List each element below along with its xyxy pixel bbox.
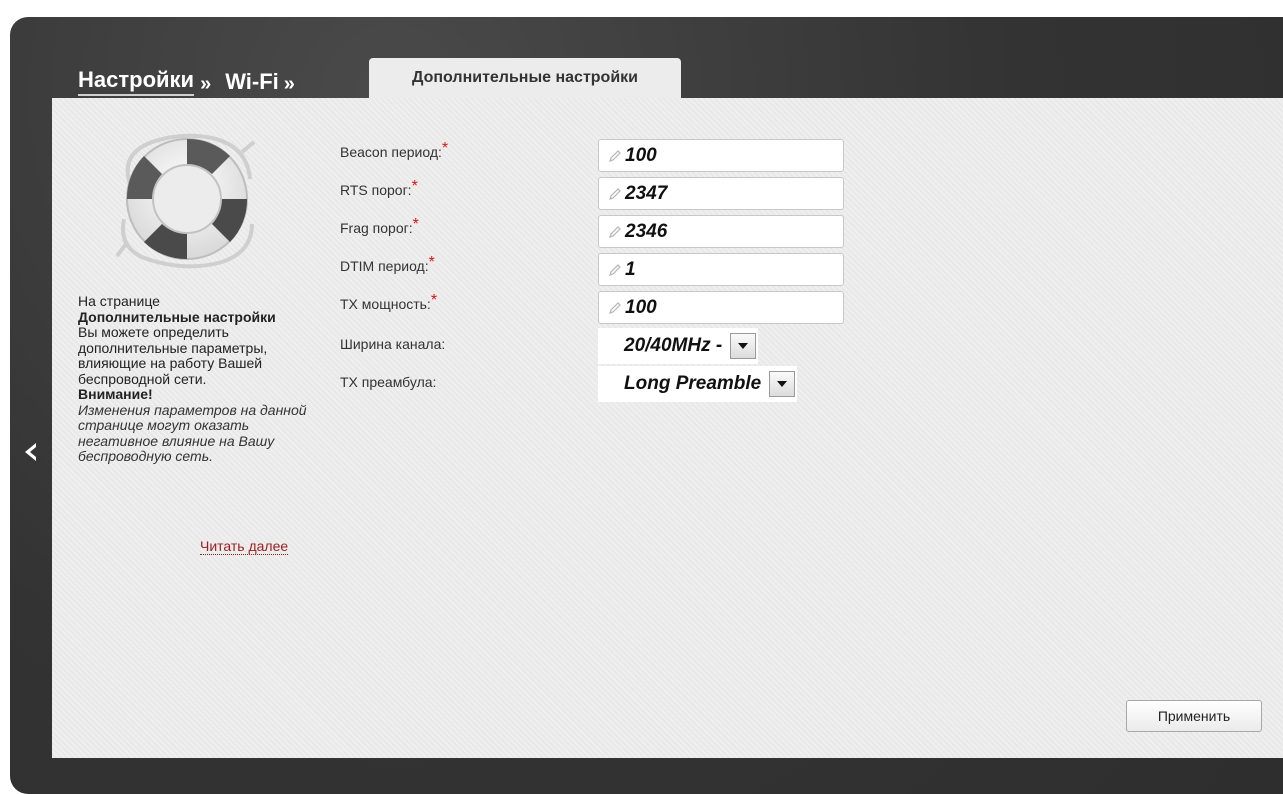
breadcrumb-separator: » (283, 73, 295, 95)
beacon-period-value: 100 (625, 144, 657, 166)
help-page-name: Дополнительные настройки (78, 308, 276, 325)
breadcrumb-wifi-link[interactable]: Wi-Fi (225, 69, 279, 96)
help-description: Вы можете определить дополнительные пара… (78, 324, 268, 387)
breadcrumb-separator: » (200, 73, 212, 95)
channel-width-label: Ширина канала: (340, 336, 446, 352)
frag-threshold-value: 2346 (625, 220, 668, 242)
tx-preamble-value: Long Preamble (624, 373, 762, 394)
tab-advanced-settings[interactable]: Дополнительные настройки (369, 58, 681, 98)
help-warning-text: Изменения параметров на данной странице … (78, 401, 307, 464)
dtim-period-value: 1 (625, 258, 636, 280)
help-intro: На странице (78, 293, 160, 309)
tx-power-input[interactable]: 100 (598, 291, 844, 324)
tx-preamble-select[interactable]: Long Preamble (598, 366, 798, 402)
help-text: На странице Дополнительные настройки Вы … (78, 293, 308, 465)
apply-button[interactable]: Применить (1126, 700, 1262, 732)
required-mark: * (428, 254, 435, 271)
tx-preamble-label: TX преамбула: (340, 374, 437, 390)
rts-threshold-input[interactable]: 2347 (598, 177, 844, 210)
required-mark: * (411, 178, 418, 195)
tx-preamble-dropdown-button[interactable] (769, 371, 796, 397)
frag-threshold-label: Frag порог:* (340, 216, 419, 236)
chevron-down-icon (738, 343, 749, 349)
lifebuoy-icon (115, 133, 256, 269)
tab-label: Дополнительные настройки (412, 69, 638, 86)
rts-threshold-label: RTS порог:* (340, 178, 418, 198)
rts-threshold-value: 2347 (625, 182, 668, 204)
tx-power-value: 100 (625, 296, 657, 318)
pencil-icon (609, 263, 621, 276)
chevron-left-icon (25, 443, 36, 461)
beacon-period-label: Beacon период:* (340, 140, 449, 160)
tx-power-label: TX мощность:* (340, 292, 438, 312)
read-more-link[interactable]: Читать далее (200, 538, 289, 555)
breadcrumb-settings-link[interactable]: Настройки (78, 67, 195, 96)
required-mark: * (441, 140, 449, 157)
breadcrumb: Настройки » Wi-Fi » (78, 62, 295, 96)
channel-width-value: 20/40MHz - (624, 335, 723, 356)
frag-threshold-input[interactable]: 2346 (598, 215, 844, 248)
chevron-down-icon (777, 381, 788, 387)
channel-width-dropdown-button[interactable] (730, 333, 757, 359)
channel-width-select[interactable]: 20/40MHz - (598, 328, 759, 364)
required-mark: * (412, 216, 419, 233)
dtim-period-input[interactable]: 1 (598, 253, 844, 286)
pencil-icon (609, 225, 621, 238)
pencil-icon (609, 301, 621, 314)
required-mark: * (430, 292, 438, 309)
beacon-period-input[interactable]: 100 (598, 139, 844, 172)
help-warning-title: Внимание! (78, 386, 153, 402)
pencil-icon (609, 187, 621, 200)
dtim-period-label: DTIM период:* (340, 254, 435, 274)
pencil-icon (609, 149, 621, 162)
back-button[interactable] (20, 440, 42, 464)
